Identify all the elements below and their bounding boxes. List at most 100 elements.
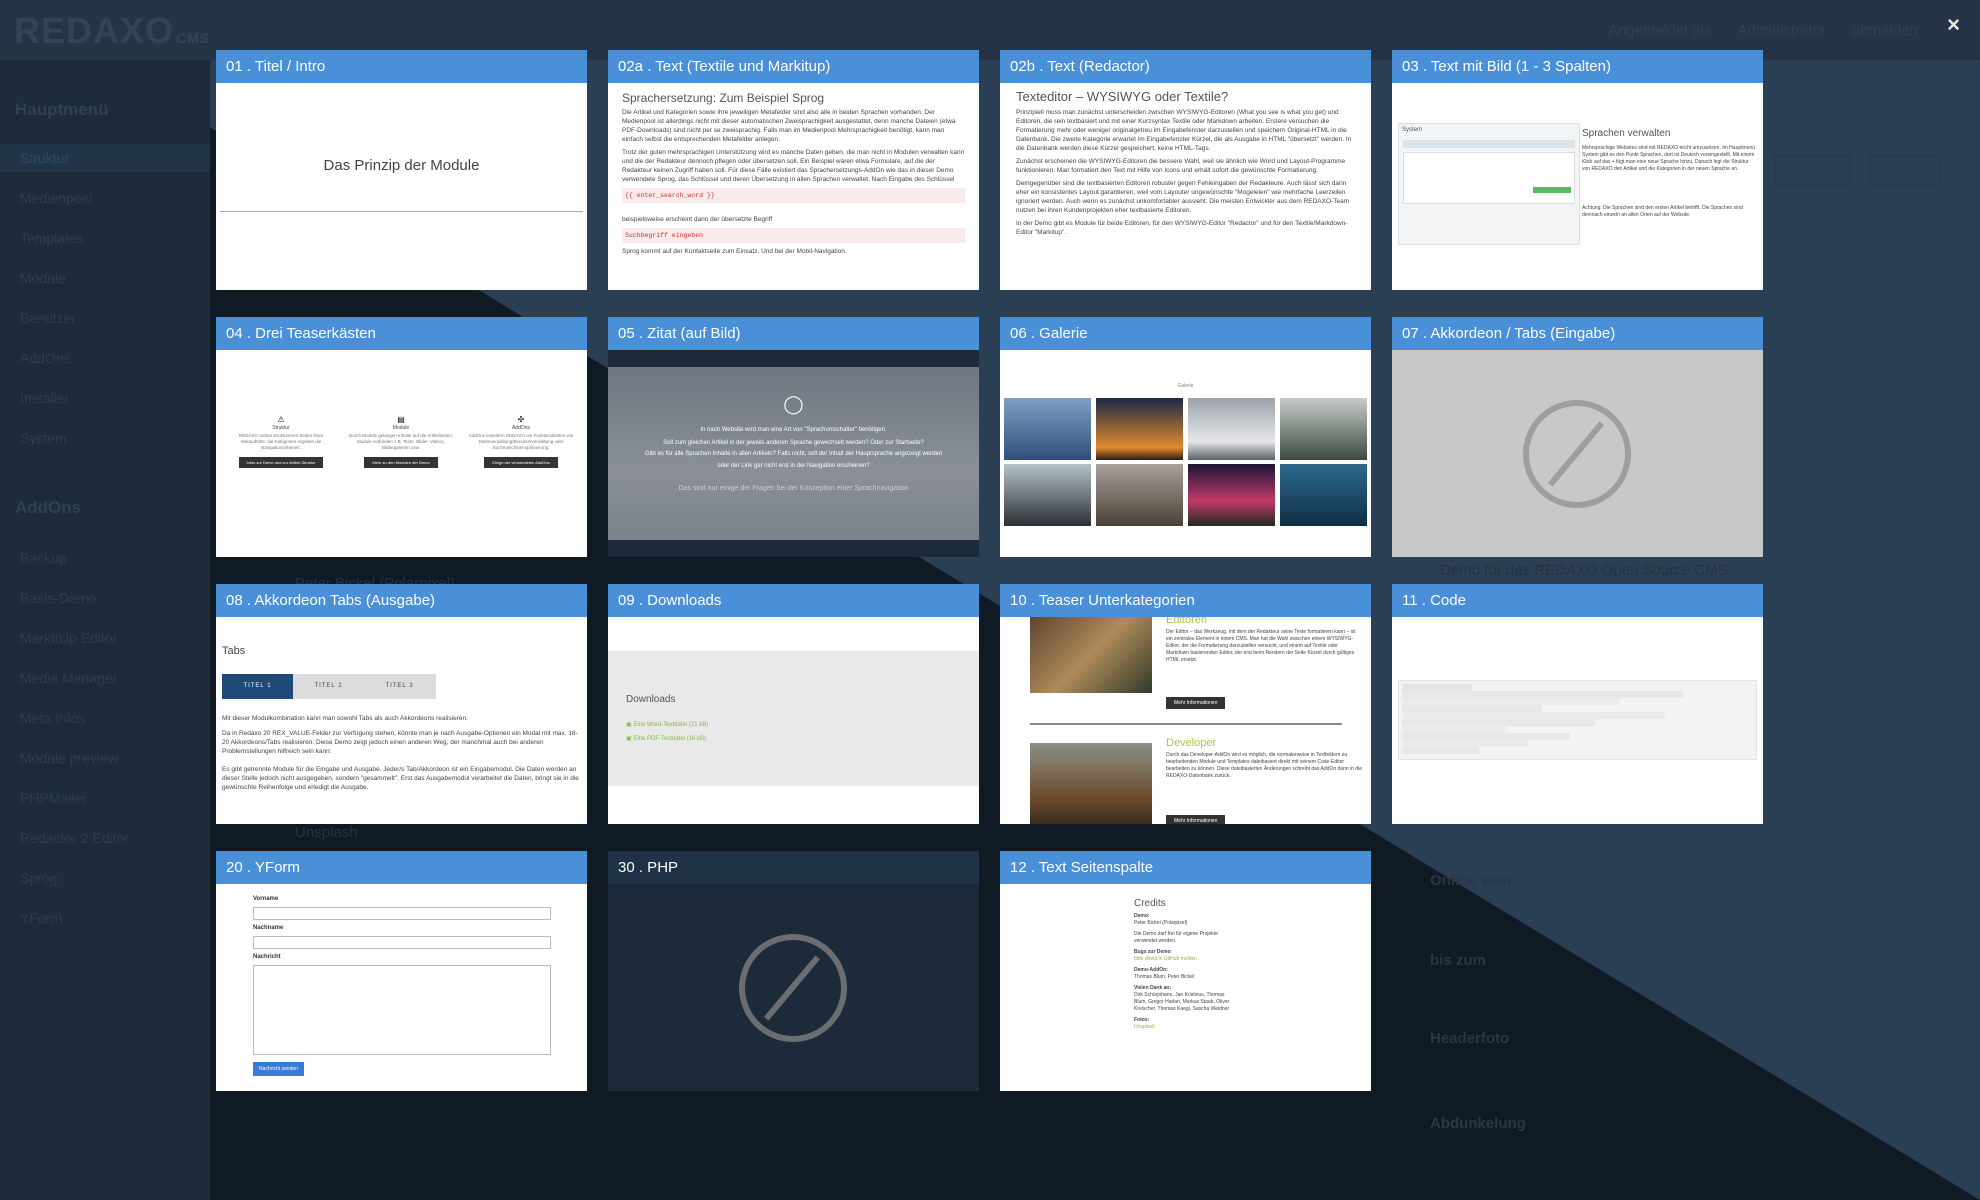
user-nav-admin[interactable]: Administrator xyxy=(1738,22,1826,39)
download-link[interactable]: ▣ Eine Word-Textdatei (21 kB) xyxy=(626,721,708,728)
tab-2[interactable]: TITEL 2 xyxy=(293,674,364,699)
module-card-title: 08 . Akkordeon Tabs (Ausgabe) xyxy=(216,584,587,617)
module-card-02a[interactable]: 02a . Text (Textile und Markitup) Sprach… xyxy=(608,50,979,290)
quote-text: In nach Website wird man eine Art von "S… xyxy=(644,427,943,492)
preview-tabs: TITEL 1 TITEL 2 TITEL 3 xyxy=(222,674,436,699)
teaser-button[interactable]: Mehr zu den Modulen der Demo xyxy=(364,457,438,468)
sidebar-item-structure[interactable]: Struktur xyxy=(0,144,210,172)
bg-header-photo-label: Headerfoto xyxy=(1430,1030,1510,1047)
module-card-title: 04 . Drei Teaserkästen xyxy=(216,317,587,350)
module-card-title: 30 . PHP xyxy=(608,851,979,884)
more-info-button[interactable]: Mehr Informationen xyxy=(1166,815,1226,824)
divider xyxy=(1030,723,1342,725)
sidebar-item-media[interactable]: Medienpool xyxy=(20,190,92,206)
firstname-input[interactable] xyxy=(253,907,551,920)
logout-link[interactable]: abmelden xyxy=(1852,22,1918,39)
module-card-10[interactable]: 10 . Teaser Unterkategorien Editoren Der… xyxy=(1000,584,1371,824)
gallery-image[interactable] xyxy=(1188,464,1275,526)
module-card-title: 03 . Text mit Bild (1 - 3 Spalten) xyxy=(1392,50,1763,83)
module-card-title: 10 . Teaser Unterkategorien xyxy=(1000,584,1371,617)
gallery-image[interactable] xyxy=(1280,398,1367,460)
module-card-06[interactable]: 06 . Galerie Galerie xyxy=(1000,317,1371,557)
module-preview: Vorname Nachname Nachricht Nachricht sen… xyxy=(216,884,587,1091)
gallery-image[interactable] xyxy=(1096,464,1183,526)
sidebar-item-installer[interactable]: Installer xyxy=(20,390,69,406)
tab-3[interactable]: TITEL 3 xyxy=(364,674,435,699)
preview-paragraph: Es gibt getrennte Module für die Eingabe… xyxy=(222,766,579,791)
preview-code: {{ enter_search_word }} xyxy=(622,188,965,203)
module-card-05[interactable]: 05 . Zitat (auf Bild) ◯ In nach Website … xyxy=(608,317,979,557)
sidebar-item-yform[interactable]: YForm xyxy=(20,910,62,926)
lang-tab-deutsch[interactable]: deutsch xyxy=(1775,155,1850,186)
message-textarea[interactable] xyxy=(253,965,551,1055)
module-preview: Galerie xyxy=(1000,350,1371,557)
preview-paragraph: Da in Redaxo 20 REX_VALUE-Felder zur Ver… xyxy=(222,730,578,755)
preview-screenshot: System xyxy=(1398,123,1580,245)
lastname-input[interactable] xyxy=(253,936,551,949)
module-card-04[interactable]: 04 . Drei Teaserkästen ⚠ Struktur REDAXO… xyxy=(216,317,587,557)
sidebar-item-system[interactable]: System xyxy=(20,430,67,446)
teaser-button[interactable]: Infos zur Demo und zur Artikel-Struktur xyxy=(238,457,324,468)
sidebar-item-sprog[interactable]: Sprog xyxy=(20,870,57,886)
teaser-button[interactable]: Einige der verwendeten AddOns xyxy=(484,457,558,468)
preview-paragraph: Mit dieser Modulkombination kann man sow… xyxy=(222,715,468,722)
sidebar-item-media-manager[interactable]: Media Manager xyxy=(20,670,117,686)
module-preview: Credits Demo: Peter Bickel (Polarpixel) D… xyxy=(1000,884,1371,1091)
preview-paragraph: Die Artikel und Kategorien sowie ihre je… xyxy=(622,109,956,143)
sidebar-item-basis-demo[interactable]: Basis-Demo xyxy=(20,590,96,606)
sidebar-item-modules[interactable]: Module xyxy=(20,270,66,286)
credit-line: Die Demo darf frei für eigene Projekte v… xyxy=(1134,931,1218,944)
module-card-20[interactable]: 20 . YForm Vorname Nachname Nachricht Na… xyxy=(216,851,587,1091)
module-card-12[interactable]: 12 . Text Seitenspalte Credits Demo: Pete… xyxy=(1000,851,1371,1091)
preview-paragraph: beispielsweise erscheint dann der überse… xyxy=(622,216,773,223)
module-card-title: 02a . Text (Textile und Markitup) xyxy=(608,50,979,83)
send-message-button[interactable]: Nachricht senden xyxy=(253,1062,304,1076)
preview-heading: Credits xyxy=(1134,898,1166,909)
sidebar-item-templates[interactable]: Templates xyxy=(20,230,84,246)
download-link[interactable]: ▣ Eine PDF-Testdatei (16 kB) xyxy=(626,735,706,742)
teaser-title: Editoren xyxy=(1166,617,1207,626)
module-card-title: 12 . Text Seitenspalte xyxy=(1000,851,1371,884)
speech-bubble-icon: ◯ xyxy=(783,394,804,414)
module-preview: Editoren Der Editor – das Werkzeug, mit … xyxy=(1000,617,1371,824)
close-icon[interactable]: × xyxy=(1947,12,1960,38)
gallery-image[interactable] xyxy=(1004,398,1091,460)
gallery-image[interactable] xyxy=(1096,398,1183,460)
module-card-07[interactable]: 07 . Akkordeon / Tabs (Eingabe) xyxy=(1392,317,1763,557)
module-preview: Sprachersetzung: Zum Beispiel Sprog Die … xyxy=(608,83,979,290)
preview-paragraph: Zunächst erscheinen die WYSIWYG-Editoren… xyxy=(1016,158,1346,174)
module-card-08[interactable]: 08 . Akkordeon Tabs (Ausgabe) Tabs TITEL… xyxy=(216,584,587,824)
gallery-image[interactable] xyxy=(1188,398,1275,460)
sidebar-item-backup[interactable]: Backup xyxy=(20,550,67,566)
gallery-image[interactable] xyxy=(1004,464,1091,526)
module-card-30[interactable]: 30 . PHP xyxy=(608,851,979,1091)
sidebar-item-users[interactable]: Benutzer xyxy=(20,310,76,326)
preview-heading: Das Prinzip der Module xyxy=(323,157,480,174)
tab-1[interactable]: TITEL 1 xyxy=(222,674,293,699)
user-nav: Angemeldet als Administrator abmelden xyxy=(1586,22,1918,39)
module-preview: Das Prinzip der Module xyxy=(216,83,587,290)
module-card-02b[interactable]: 02b . Text (Redactor) Texteditor – WYSIW… xyxy=(1000,50,1371,290)
sidebar-item-markitup[interactable]: MarkItUp Editor xyxy=(20,630,117,646)
module-card-03[interactable]: 03 . Text mit Bild (1 - 3 Spalten) Syste… xyxy=(1392,50,1763,290)
lang-tab-english[interactable]: english xyxy=(1870,155,1940,186)
gallery-caption: Galerie xyxy=(1177,383,1194,389)
preview-paragraph: Prinzipiell muss man zunächst unterschei… xyxy=(1016,109,1352,152)
module-card-11[interactable]: 11 . Code xyxy=(1392,584,1763,824)
preview-heading: Sprachersetzung: Zum Beispiel Sprog xyxy=(622,91,825,105)
module-card-title: 11 . Code xyxy=(1392,584,1763,617)
sidebar-item-meta-infos[interactable]: Meta Infos xyxy=(20,710,85,726)
sidebar-item-redactor[interactable]: Redactor 2 Editor xyxy=(20,830,129,846)
gallery-image[interactable] xyxy=(1280,464,1367,526)
credit-line: Fotos: Unsplash xyxy=(1134,1017,1155,1030)
preview-paragraph: Mehrsprachige Websites sind mit REDAXO l… xyxy=(1582,145,1756,172)
sidebar-item-module-preview[interactable]: Module preview xyxy=(20,750,118,766)
module-card-01[interactable]: 01 . Titel / Intro Das Prinzip der Modul… xyxy=(216,50,587,290)
field-label: Nachricht xyxy=(253,954,281,960)
sidebar-item-phpmailer[interactable]: PHPMailer xyxy=(20,790,87,806)
module-card-09[interactable]: 09 . Downloads Downloads ▣ Eine Word-Tex… xyxy=(608,584,979,824)
sidebar-item-addons[interactable]: AddOns xyxy=(20,350,71,366)
no-preview-icon xyxy=(1523,400,1631,508)
more-info-button[interactable]: Mehr Informationen xyxy=(1166,697,1226,709)
preview-heading: Texteditor – WYSIWYG oder Textile? xyxy=(1016,89,1229,104)
